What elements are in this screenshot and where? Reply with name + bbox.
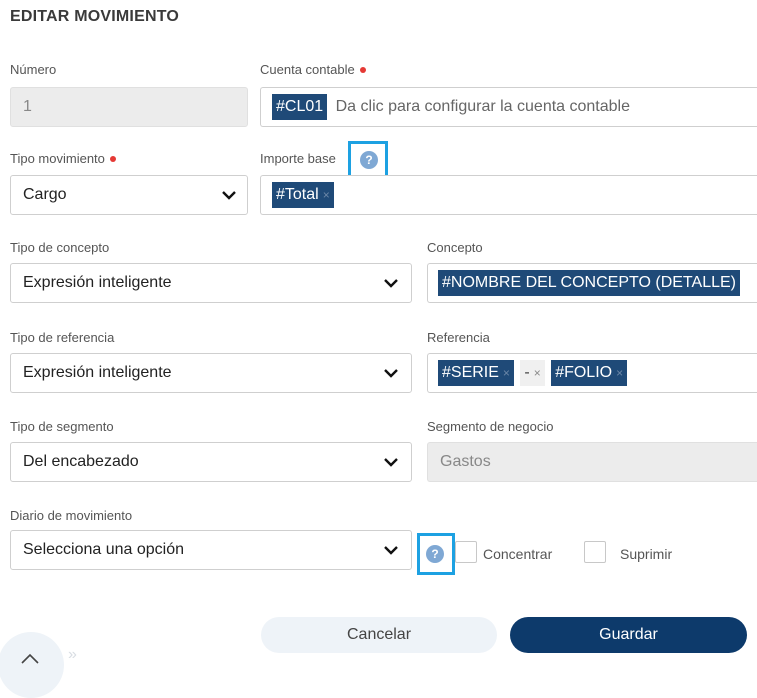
help-icon[interactable]: ? [360, 151, 378, 169]
chip-text: #Total [276, 186, 319, 203]
referencia-chip-serie[interactable]: #SERIE × [438, 360, 514, 386]
tipo-concepto-select[interactable]: Expresión inteligente [10, 263, 412, 303]
diario-movimiento-label: Diario de movimiento [10, 508, 133, 523]
tipo-movimiento-value: Cargo [23, 186, 67, 203]
chevron-down-icon [222, 191, 236, 200]
concentrar-checkbox[interactable] [455, 541, 477, 563]
tipo-concepto-label: Tipo de concepto [10, 240, 110, 255]
numero-field: 1 [10, 87, 248, 127]
tipo-referencia-value: Expresión inteligente [23, 364, 172, 381]
numero-label: Número [10, 62, 57, 77]
referencia-label: Referencia [427, 330, 490, 345]
tipo-segmento-value: Del encabezado [23, 453, 139, 470]
required-indicator [359, 66, 366, 73]
help-icon[interactable]: ? [426, 545, 444, 563]
tipo-segmento-select[interactable]: Del encabezado [10, 442, 412, 482]
remove-icon[interactable]: × [616, 366, 623, 380]
remove-icon[interactable]: × [534, 366, 541, 380]
segmento-negocio-label: Segmento de negocio [427, 419, 554, 434]
tipo-segmento-label: Tipo de segmento [10, 419, 114, 434]
dialog-title: EDITAR MOVIMIENTO [10, 8, 180, 25]
save-button[interactable]: Guardar [510, 617, 747, 653]
referencia-chip-separator[interactable]: - × [520, 360, 545, 386]
chevron-up-icon [21, 653, 39, 664]
cuenta-contable-label-text: Cuenta contable [260, 62, 355, 77]
required-indicator [109, 155, 116, 162]
concepto-field[interactable]: #NOMBRE DEL CONCEPTO (DETALLE) [427, 263, 757, 303]
chip-text: #FOLIO [555, 364, 613, 381]
cuenta-contable-placeholder: Da clic para configurar la cuenta contab… [335, 98, 630, 115]
cuenta-contable-label: Cuenta contable [260, 62, 366, 77]
concentrar-label[interactable]: Concentrar [483, 546, 552, 562]
remove-icon[interactable]: × [323, 188, 330, 202]
importe-base-field[interactable]: #Total × [260, 175, 757, 215]
suprimir-checkbox[interactable] [584, 541, 606, 563]
referencia-chip-folio[interactable]: #FOLIO × [551, 360, 628, 386]
chip-text: - [524, 364, 530, 381]
chevron-down-icon [384, 546, 398, 555]
tipo-movimiento-select[interactable]: Cargo [10, 175, 248, 215]
tipo-referencia-label: Tipo de referencia [10, 330, 115, 345]
chip-text: #SERIE [442, 364, 499, 381]
segmento-negocio-value: Gastos [440, 453, 491, 470]
tipo-movimiento-label-text: Tipo movimiento [10, 151, 105, 166]
concepto-label: Concepto [427, 240, 483, 255]
cuenta-contable-chip[interactable]: #CL01 [272, 94, 328, 120]
chevron-down-icon [384, 369, 398, 378]
cancel-button[interactable]: Cancelar [261, 617, 497, 653]
double-chevron-icon: » [68, 646, 77, 663]
tipo-movimiento-label: Tipo movimiento [10, 151, 116, 166]
chevron-down-icon [384, 458, 398, 467]
scroll-top-button[interactable] [0, 632, 64, 698]
chevron-down-icon [384, 279, 398, 288]
diario-movimiento-value: Selecciona una opción [23, 541, 185, 558]
importe-base-label: Importe base [260, 151, 336, 166]
segmento-negocio-field: Gastos [427, 442, 757, 482]
remove-icon[interactable]: × [503, 366, 510, 380]
numero-value: 1 [23, 98, 32, 115]
importe-base-chip[interactable]: #Total × [272, 182, 334, 208]
tipo-concepto-value: Expresión inteligente [23, 274, 172, 291]
tipo-referencia-select[interactable]: Expresión inteligente [10, 353, 412, 393]
suprimir-label[interactable]: Suprimir [620, 546, 672, 562]
referencia-field[interactable]: #SERIE × - × #FOLIO × [427, 353, 757, 393]
concepto-chip[interactable]: #NOMBRE DEL CONCEPTO (DETALLE) [438, 270, 740, 296]
diario-movimiento-select[interactable]: Selecciona una opción [10, 530, 412, 570]
cuenta-contable-field[interactable]: #CL01 Da clic para configurar la cuenta … [260, 87, 757, 127]
